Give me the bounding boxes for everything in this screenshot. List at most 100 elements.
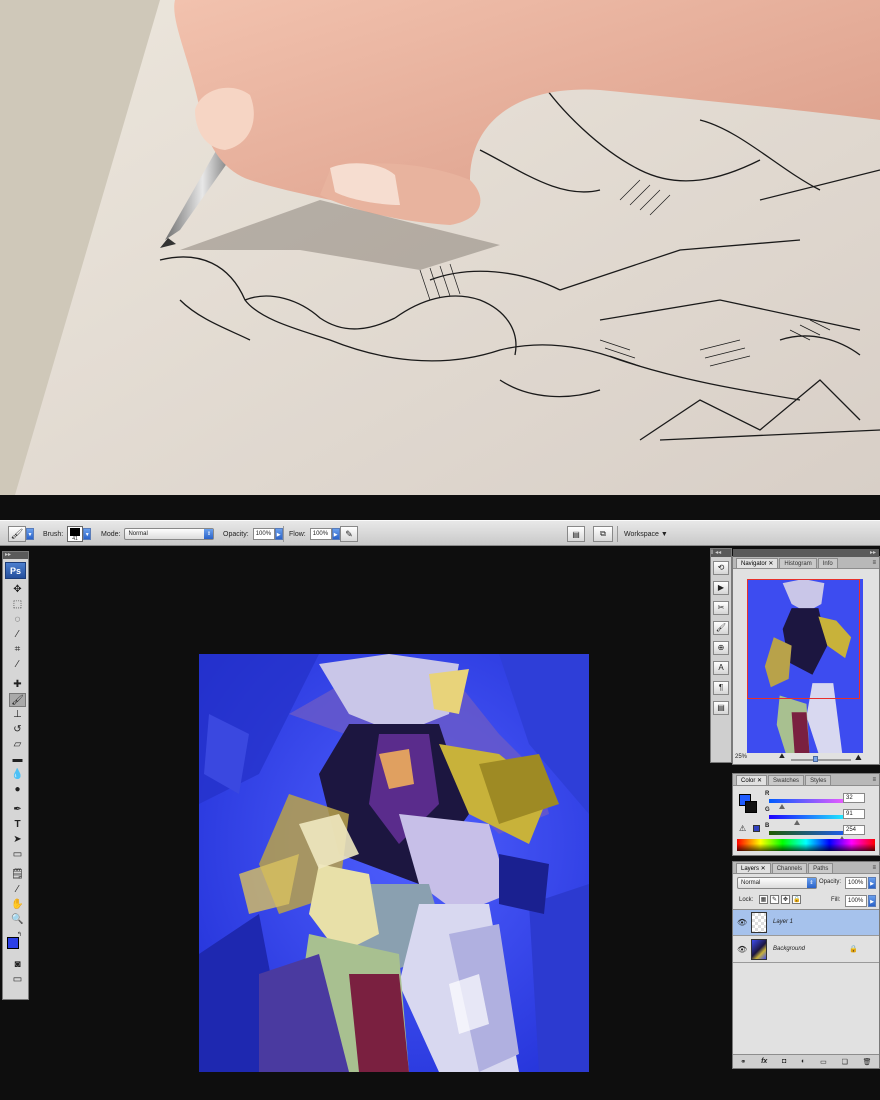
photoshop-logo[interactable]: Ps <box>5 562 26 579</box>
brush-preset-picker[interactable]: 41 <box>67 526 84 542</box>
bridge-button[interactable]: ⧉ <box>593 526 613 542</box>
crop-tool-icon[interactable]: ⌗ <box>9 643 26 657</box>
tool-preset-picker[interactable]: 🖌 <box>8 526 26 542</box>
foreground-color-swatch[interactable] <box>7 937 19 949</box>
zoom-tool-icon[interactable]: 🔍 <box>9 913 26 927</box>
eyedropper-tool-icon[interactable]: ⁄ <box>9 883 26 897</box>
green-slider[interactable] <box>769 815 851 819</box>
layer-blend-mode-dropdown[interactable]: Normal ⇕ <box>737 877 817 889</box>
new-layer-icon[interactable]: ❏ <box>842 1058 848 1066</box>
toolbox-grip[interactable]: ▸▸ <box>3 552 28 559</box>
magic-wand-tool-icon[interactable]: ⁄ <box>9 628 26 642</box>
lock-position-icon[interactable]: ✥ <box>781 895 790 904</box>
brush-tool-icon[interactable]: 🖌 <box>9 693 26 707</box>
layer-opacity-arrow-icon[interactable]: ▶ <box>868 877 876 889</box>
type-tool-icon[interactable]: T <box>9 818 26 832</box>
panel-menu-icon[interactable]: ≡ <box>872 558 876 568</box>
tab-histogram[interactable]: Histogram <box>779 558 817 568</box>
dodge-tool-icon[interactable]: ● <box>9 783 26 797</box>
fill-input[interactable]: 100% <box>845 895 867 907</box>
lock-pixels-icon[interactable]: ✎ <box>770 895 779 904</box>
character-icon[interactable]: A <box>713 661 729 675</box>
lock-all-icon[interactable]: 🔒 <box>792 895 801 904</box>
gamut-swatch[interactable] <box>753 825 760 832</box>
document-canvas[interactable] <box>199 654 589 1072</box>
tab-paths[interactable]: Paths <box>808 863 834 873</box>
swap-colors-icon[interactable]: ↰ <box>17 931 22 938</box>
tab-info[interactable]: Info <box>817 558 838 568</box>
workspace-menu[interactable]: Workspace ▼ <box>624 531 668 538</box>
tab-color[interactable]: Color ✕ <box>736 775 768 785</box>
navigator-view-box[interactable] <box>747 579 860 699</box>
green-value-input[interactable]: 91 <box>843 809 865 819</box>
airbrush-toggle[interactable]: ✎ <box>340 526 358 542</box>
lock-transparency-icon[interactable]: ▦ <box>759 895 768 904</box>
gradient-tool-icon[interactable]: ▬ <box>9 753 26 767</box>
layer-style-icon[interactable]: fx <box>761 1058 767 1065</box>
delete-layer-icon[interactable]: 🗑 <box>863 1058 872 1066</box>
layer-row-layer-1[interactable]: 👁 Layer 1 <box>733 910 879 936</box>
tool-preset-arrow-icon[interactable]: ▼ <box>26 528 34 540</box>
link-layers-icon[interactable]: ⚭ <box>740 1058 746 1066</box>
navigator-thumbnail[interactable] <box>747 579 863 753</box>
red-value-input[interactable]: 32 <box>843 793 865 803</box>
layer-row-background[interactable]: 👁 Background 🔒 <box>733 937 879 963</box>
out-of-gamut-warning-icon[interactable]: ⚠ <box>739 824 746 833</box>
history-icon[interactable]: ⟲ <box>713 561 729 575</box>
screen-mode-icon[interactable]: ▭ <box>9 973 26 987</box>
move-tool-icon[interactable]: ✥ <box>9 583 26 597</box>
blue-value-input[interactable]: 254 <box>843 825 865 835</box>
healing-brush-tool-icon[interactable]: ✚ <box>9 678 26 692</box>
layer-visibility-eye-icon[interactable]: 👁 <box>737 918 747 927</box>
brush-picker-arrow-icon[interactable]: ▼ <box>83 528 92 540</box>
opacity-input[interactable]: 100% <box>252 528 275 540</box>
layer-comps-icon[interactable]: ▤ <box>713 701 729 715</box>
shape-tool-icon[interactable]: ▭ <box>9 848 26 862</box>
flow-input[interactable]: 100% <box>309 528 332 540</box>
navigator-zoom-value[interactable]: 25% <box>735 754 747 760</box>
mode-dropdown[interactable]: Normal ⇕ <box>124 528 215 540</box>
paragraph-icon[interactable]: ¶ <box>713 681 729 695</box>
eraser-tool-icon[interactable]: ▱ <box>9 738 26 752</box>
notes-tool-icon[interactable]: 🗒 <box>9 868 26 882</box>
add-mask-icon[interactable]: ◘ <box>782 1058 786 1065</box>
panel-menu-icon[interactable]: ≡ <box>872 775 876 785</box>
opacity-slider-arrow-icon[interactable]: ▶ <box>274 528 283 540</box>
tab-styles[interactable]: Styles <box>805 775 832 785</box>
quick-mask-icon[interactable]: ◙ <box>9 958 26 972</box>
panel-menu-icon[interactable]: ≡ <box>872 863 876 873</box>
marquee-tool-icon[interactable]: ⬚ <box>9 598 26 612</box>
clone-stamp-tool-icon[interactable]: ⊥ <box>9 708 26 722</box>
navigator-zoom-slider[interactable] <box>791 759 851 761</box>
clone-source-icon[interactable]: ⊕ <box>713 641 729 655</box>
tab-layers[interactable]: Layers ✕ <box>736 863 771 873</box>
adjustment-layer-icon[interactable]: ◐ <box>801 1058 805 1065</box>
path-selection-tool-icon[interactable]: ➤ <box>9 833 26 847</box>
new-group-icon[interactable]: ▭ <box>820 1058 827 1066</box>
actions-icon[interactable]: ▶ <box>713 581 729 595</box>
tab-swatches[interactable]: Swatches <box>768 775 805 785</box>
slice-tool-icon[interactable]: ∕ <box>9 658 26 672</box>
green-slider-knob[interactable] <box>794 820 800 825</box>
zoom-out-icon[interactable]: ⛰ <box>779 753 785 761</box>
layer-visibility-eye-icon[interactable]: 👁 <box>737 945 747 954</box>
brushes-icon[interactable]: 🖌 <box>713 621 729 635</box>
hand-tool-icon[interactable]: ✋ <box>9 898 26 912</box>
flow-slider-arrow-icon[interactable]: ▶ <box>331 528 340 540</box>
zoom-in-icon[interactable]: ⛰ <box>855 753 862 763</box>
layer-opacity-input[interactable]: 100% <box>845 877 867 889</box>
pen-tool-icon[interactable]: ✒ <box>9 803 26 817</box>
tab-channels[interactable]: Channels <box>771 863 808 873</box>
history-brush-tool-icon[interactable]: ↺ <box>9 723 26 737</box>
color-background-swatch[interactable] <box>745 801 757 813</box>
navigator-zoom-slider-knob[interactable] <box>813 756 818 762</box>
fill-arrow-icon[interactable]: ▶ <box>868 895 876 907</box>
red-slider-knob[interactable] <box>779 804 785 809</box>
blue-slider[interactable] <box>769 831 851 835</box>
tab-navigator[interactable]: Navigator ✕ <box>736 558 779 568</box>
red-slider[interactable] <box>769 799 851 803</box>
blur-tool-icon[interactable]: 💧 <box>9 768 26 782</box>
panel-grip[interactable]: ▸▸ <box>733 549 879 557</box>
dock-grip[interactable]: ‖ ◂◂ <box>711 549 731 557</box>
lasso-tool-icon[interactable]: ◌ <box>9 613 26 627</box>
